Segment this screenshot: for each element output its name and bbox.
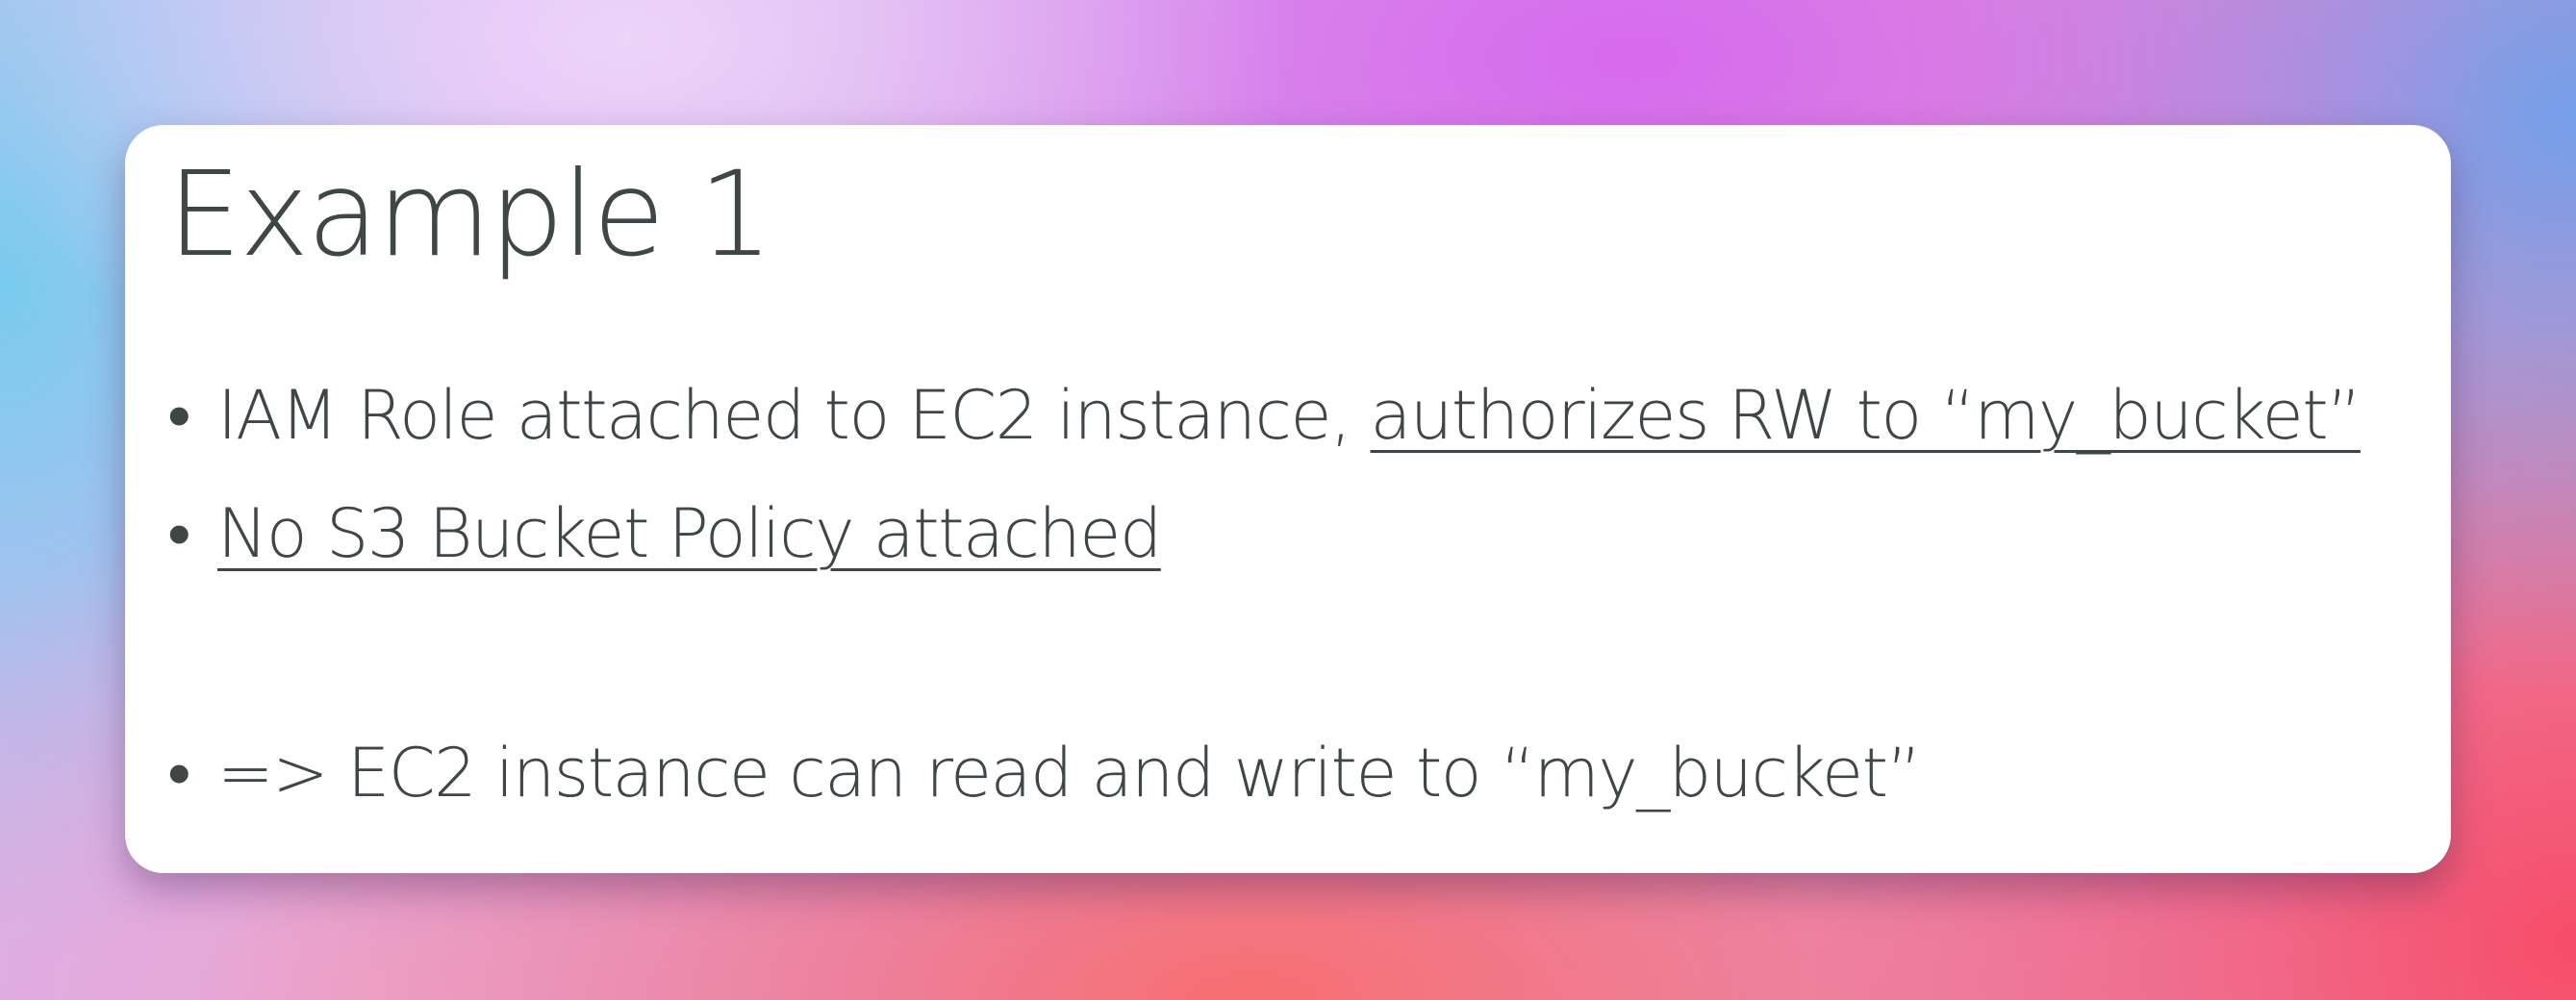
bullet-marker: • — [167, 734, 191, 812]
slide-card: Example 1 • IAM Role attached to EC2 inst… — [125, 125, 2451, 873]
bullet-marker: • — [167, 376, 191, 455]
bullet-text: IAM Role attached to EC2 instance, — [217, 376, 1371, 455]
bullet-item-no-bucket-policy: • No S3 Bucket Policy attached — [167, 493, 1162, 574]
bullet-underlined-text: No S3 Bucket Policy attached — [217, 494, 1162, 573]
slide-title: Example 1 — [167, 146, 773, 283]
bullet-item-conclusion: • => EC2 instance can read and write to “… — [167, 733, 1922, 813]
bullet-item-iam-role: • IAM Role attached to EC2 instance, auth… — [167, 375, 2361, 456]
bullet-underlined-text: authorizes RW to “my_bucket” — [1370, 376, 2362, 455]
bullet-marker: • — [167, 494, 191, 573]
bullet-text: => EC2 instance can read and write to “m… — [217, 734, 1922, 812]
